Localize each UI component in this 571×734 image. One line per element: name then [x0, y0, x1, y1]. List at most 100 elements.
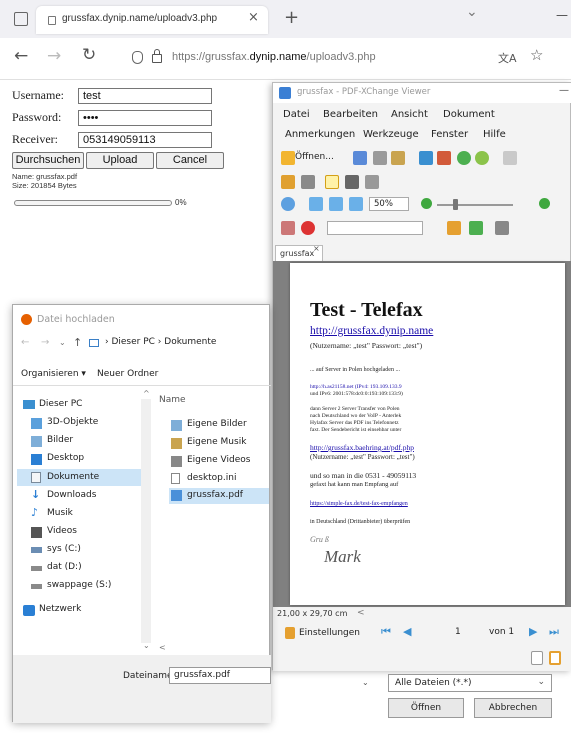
last-page-icon[interactable]: ⏭ — [549, 625, 559, 639]
nav-scroll-up-icon[interactable]: ^ — [143, 389, 150, 398]
file-item-grussfax-pdf[interactable]: grussfax.pdf — [169, 488, 269, 504]
search-field[interactable] — [327, 221, 423, 235]
hand-tool-icon[interactable] — [419, 151, 433, 165]
dialog-recent-icon[interactable]: ⌄ — [59, 338, 66, 347]
url-bar[interactable]: https://grussfax.dynip.name/uploadv3.php — [172, 51, 376, 63]
nav-item-musik[interactable]: ♪ Musik — [31, 506, 141, 522]
forward-arrow-icon[interactable]: → — [47, 46, 61, 66]
zoom-slider-thumb[interactable] — [453, 199, 458, 210]
minimize-icon[interactable]: — — [556, 8, 568, 22]
file-item-desktop-ini[interactable]: desktop.ini — [171, 471, 271, 487]
link-icon[interactable] — [469, 221, 483, 235]
nav-item-videos[interactable]: Videos — [31, 524, 141, 540]
filetype-select[interactable]: Alle Dateien (*.*) ⌄ — [388, 674, 552, 692]
nav-item-sys[interactable]: sys (C:) — [31, 542, 141, 558]
translate-icon[interactable]: 文A — [498, 50, 517, 66]
page-url-link[interactable]: http://grussfax.dynip.name — [310, 325, 433, 337]
nav-item-desktop[interactable]: Desktop — [31, 451, 141, 467]
nav-item-3d-objekte[interactable]: 3D-Objekte — [31, 415, 141, 431]
username-input[interactable]: test — [78, 88, 212, 104]
nav-item-dokumente[interactable]: Dokumente — [17, 469, 141, 486]
new-tab-button[interactable]: + — [284, 7, 299, 28]
doc-tab[interactable]: grussfax × — [275, 244, 323, 261]
forward-green-icon[interactable] — [475, 151, 489, 165]
browse-button[interactable]: Durchsuchen — [12, 152, 84, 169]
menu-ansicht[interactable]: Ansicht — [391, 109, 428, 120]
tab-list-chevron-icon[interactable]: ⌄ — [466, 4, 478, 20]
nav-scroll-down-icon[interactable]: ⌄ — [143, 641, 150, 650]
column-name-header[interactable]: Name — [159, 395, 186, 405]
file-item-eigene-bilder[interactable]: Eigene Bilder — [171, 417, 271, 433]
nav-item-downloads[interactable]: ↓ Downloads — [31, 488, 141, 504]
zoom-tool-icon[interactable] — [281, 197, 295, 211]
highlight-icon[interactable] — [447, 221, 461, 235]
zoom-input[interactable]: 50% — [369, 197, 409, 211]
nav-pane-scrollbar[interactable] — [141, 399, 151, 643]
cancel-dialog-button[interactable]: Abbrechen — [474, 698, 552, 718]
fit-page-icon[interactable] — [329, 197, 343, 211]
nav-item-dieser-pc[interactable]: Dieser PC — [23, 397, 141, 413]
back-arrow-icon[interactable]: ← — [14, 46, 28, 66]
cancel-button[interactable]: Cancel — [156, 152, 224, 169]
new-folder-button[interactable]: Neuer Ordner — [97, 369, 158, 379]
typewriter-icon[interactable] — [365, 175, 379, 189]
stamp-icon[interactable] — [301, 221, 315, 235]
pencil-icon[interactable] — [495, 221, 509, 235]
menu-datei[interactable]: Datei — [283, 109, 310, 120]
nav-item-bilder[interactable]: Bilder — [31, 433, 141, 449]
fit-width-icon[interactable] — [349, 197, 363, 211]
bookmark-star-icon[interactable]: ☆ — [530, 46, 543, 64]
page-number-input[interactable]: 1 — [455, 627, 461, 637]
upload-button[interactable]: Upload — [86, 152, 154, 169]
menu-hilfe[interactable]: Hilfe — [483, 129, 506, 140]
zoom-out-icon[interactable] — [421, 198, 432, 209]
rotate-right-icon[interactable] — [301, 175, 315, 189]
menu-fenster[interactable]: Fenster — [431, 129, 468, 140]
open-file-button[interactable]: Öffnen — [388, 698, 464, 718]
password-input[interactable]: •••• — [78, 110, 212, 126]
open-folder-icon[interactable] — [281, 151, 295, 165]
h-scroll-left-icon[interactable]: < — [159, 643, 166, 652]
breadcrumb-pc[interactable]: Dieser PC — [111, 337, 154, 347]
file-item-eigene-videos[interactable]: Eigene Videos — [171, 453, 271, 469]
menu-werkzeuge[interactable]: Werkzeuge — [363, 129, 419, 140]
shield-icon[interactable] — [132, 51, 143, 64]
page-baehring-link[interactable]: http://grussfax.baehring.at/pdf.php — [310, 443, 414, 452]
menu-bearbeiten[interactable]: Bearbeiten — [323, 109, 378, 120]
breadcrumb[interactable]: › Dieser PC › Dokumente — [105, 337, 216, 347]
next-page-icon[interactable]: ▶ — [529, 625, 537, 638]
nav-item-netzwerk[interactable]: Netzwerk — [23, 602, 141, 618]
comment-icon[interactable] — [281, 221, 295, 235]
menu-anmerkungen[interactable]: Anmerkungen — [285, 129, 355, 140]
first-page-icon[interactable]: ⏮ — [381, 625, 391, 639]
tab-close-icon[interactable]: × — [248, 10, 259, 25]
rotate-icon[interactable] — [281, 175, 295, 189]
zoom-slider[interactable] — [437, 204, 513, 206]
undo-icon[interactable] — [503, 151, 517, 165]
continuous-view-icon[interactable] — [549, 651, 561, 665]
menu-dokument[interactable]: Dokument — [443, 109, 495, 120]
browser-tab[interactable]: grussfax.dynip.name/uploadv3.php × — [14, 6, 268, 34]
page-simplefax-link[interactable]: https://simple-fax.de/test-fax-empfangen — [310, 501, 408, 507]
page-ip-line-1[interactable]: http://h.as21158.net (IPv4: 193.109.133.… — [310, 384, 402, 390]
tab-list-icon[interactable] — [14, 12, 28, 26]
save-icon[interactable] — [353, 151, 367, 165]
file-item-eigene-musik[interactable]: Eigene Musik — [171, 435, 271, 451]
settings-button[interactable]: Einstellungen — [299, 628, 360, 638]
dialog-back-icon[interactable]: ← — [21, 337, 29, 348]
print-icon[interactable] — [373, 151, 387, 165]
select-tool-icon[interactable] — [325, 175, 339, 189]
breadcrumb-docs[interactable]: Dokumente — [164, 337, 216, 347]
dialog-forward-icon[interactable]: → — [41, 337, 49, 348]
nav-item-swappage[interactable]: swappage (S:) — [31, 578, 141, 594]
organize-button[interactable]: Organisieren ▾ — [21, 369, 86, 379]
doc-tab-close-icon[interactable]: × — [313, 244, 320, 253]
receiver-input[interactable]: 053149059113 — [78, 132, 212, 148]
prev-page-icon[interactable]: ◀ — [403, 625, 411, 638]
pdf-minimize-icon[interactable]: — — [559, 85, 569, 96]
zoom-in-icon[interactable] — [539, 198, 550, 209]
dialog-up-icon[interactable]: ↑ — [73, 336, 82, 349]
filename-input[interactable]: grussfax.pdf — [169, 667, 271, 684]
settings-pin-icon[interactable] — [285, 627, 295, 639]
snapshot-icon[interactable] — [345, 175, 359, 189]
